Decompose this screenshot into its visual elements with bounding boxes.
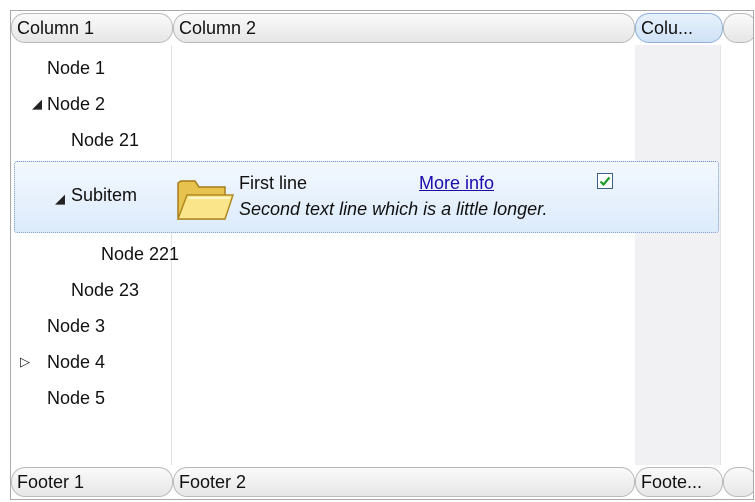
second-line-text: Second text line which is a little longe…: [239, 199, 548, 219]
node-label: Node 1: [47, 58, 106, 78]
tree-row-node-4[interactable]: ▷ Node 4: [11, 345, 753, 379]
tree-row-node-2[interactable]: ◢ Node 2: [11, 87, 753, 121]
node-label: Node 23: [71, 280, 140, 300]
column-1-footer-label: Footer 1: [17, 472, 85, 492]
node-label: Node 2: [47, 94, 106, 114]
folder-icon: [175, 173, 235, 228]
column-3-footer-label: Foote...: [641, 472, 703, 492]
node-label: Node 4: [47, 352, 106, 372]
tree-row-node-23[interactable]: Node 23: [11, 273, 753, 307]
column-1-header[interactable]: Column 1: [11, 13, 173, 43]
node-label: Node 3: [47, 316, 106, 336]
column-3-footer: Foote...: [635, 467, 723, 497]
tree-view[interactable]: Column 1 Column 2 Colu... Node 1 ◢ Node …: [10, 10, 754, 500]
tree-row-node-3[interactable]: Node 3: [11, 309, 753, 343]
column-2-footer-label: Footer 2: [179, 472, 247, 492]
column-2-header[interactable]: Column 2: [173, 13, 635, 43]
column-1-header-label: Column 1: [17, 18, 95, 38]
tree-row-node-221[interactable]: Node 221: [11, 237, 753, 271]
expand-arrow-icon[interactable]: ◢: [32, 87, 42, 121]
column-4-footer: [723, 467, 753, 497]
footer-row: Footer 1 Footer 2 Foote...: [11, 465, 753, 499]
node-label: Node 21: [71, 130, 140, 150]
expand-arrow-icon[interactable]: ◢: [55, 191, 65, 207]
column-1-footer: Footer 1: [11, 467, 173, 497]
tree-row-node-5[interactable]: Node 5: [11, 381, 753, 415]
first-line-text: First line: [239, 173, 308, 193]
check-icon: [599, 176, 611, 187]
header-row: Column 1 Column 2 Colu...: [11, 11, 753, 45]
tree-row-node-21[interactable]: Node 21: [11, 123, 753, 157]
column-2-header-label: Column 2: [179, 18, 257, 38]
column-3-header[interactable]: Colu...: [635, 13, 723, 43]
subitem-label: Subitem: [71, 185, 138, 205]
node-label: Node 221: [101, 244, 180, 264]
tree-row-node-1[interactable]: Node 1: [11, 51, 753, 85]
subitem-checkbox[interactable]: [597, 173, 613, 189]
node-label: Node 5: [47, 388, 106, 408]
column-2-footer: Footer 2: [173, 467, 635, 497]
column-3-header-label: Colu...: [641, 18, 694, 38]
collapse-arrow-icon[interactable]: ▷: [20, 345, 30, 379]
column-4-header[interactable]: [723, 13, 753, 43]
more-info-link[interactable]: More info: [419, 173, 494, 194]
